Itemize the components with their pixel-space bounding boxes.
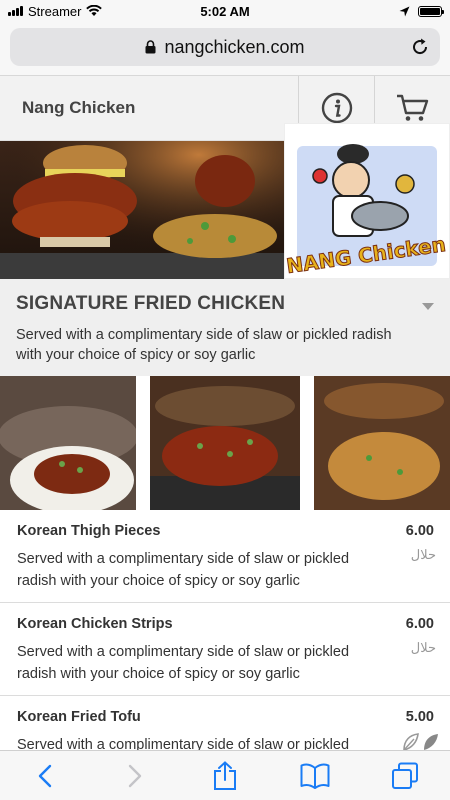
cart-icon (396, 94, 428, 121)
site-title[interactable]: Nang Chicken (0, 98, 298, 118)
section-description: Served with a complimentary side of slaw… (16, 327, 392, 363)
menu-section-header[interactable]: SIGNATURE FRIED CHICKEN Served with a co… (0, 279, 450, 376)
browser-address-area: nangchicken.com (0, 22, 450, 76)
item-name: Korean Fried Tofu (17, 709, 141, 725)
hero-photo (0, 141, 284, 279)
bookmarks-icon (300, 763, 330, 789)
share-icon (214, 760, 236, 790)
forward-button[interactable] (105, 754, 165, 798)
carrier-label: Streamer (28, 3, 82, 19)
info-icon (321, 92, 352, 124)
back-icon (38, 764, 52, 787)
gallery-image (0, 376, 136, 510)
chevron-down-icon[interactable] (422, 303, 434, 310)
tabs-icon (392, 762, 418, 789)
halal-badge: حلال (410, 640, 436, 655)
halal-badge: حلال (410, 547, 436, 562)
item-price: 5.00 (405, 709, 434, 725)
gallery-image (150, 376, 300, 510)
gallery-image (314, 376, 450, 510)
browser-toolbar (0, 750, 450, 800)
battery-fill (420, 7, 440, 15)
back-button[interactable] (15, 754, 75, 798)
brand-logo: NANG Chicken (284, 123, 450, 279)
location-icon (399, 6, 410, 16)
hero-banner: NANG Chicken (0, 123, 450, 279)
section-gallery (0, 376, 450, 510)
battery-icon (418, 5, 444, 17)
forward-icon (128, 764, 142, 787)
share-button[interactable] (195, 754, 255, 798)
menu-item[interactable]: Korean Thigh Pieces 6.00 حلال Served wit… (0, 510, 450, 603)
vegan-leaf-icon (403, 733, 438, 752)
menu-item[interactable]: Korean Chicken Strips 6.00 حلال Served w… (0, 603, 450, 696)
signal-icon (8, 6, 23, 16)
item-name: Korean Chicken Strips (17, 616, 173, 632)
address-bar[interactable]: nangchicken.com (10, 28, 440, 66)
status-time: 5:02 AM (200, 3, 250, 19)
section-title: SIGNATURE FRIED CHICKEN (16, 293, 286, 314)
item-name: Korean Thigh Pieces (17, 523, 161, 539)
bookmarks-button[interactable] (285, 754, 345, 798)
lock-icon (145, 40, 156, 54)
status-bar: Streamer 5:02 AM (0, 0, 450, 22)
reload-icon[interactable] (410, 37, 430, 57)
item-price: 6.00 (405, 616, 434, 632)
item-description: Served with a complimentary side of slaw… (17, 644, 350, 682)
item-description: Served with a complimentary side of slaw… (17, 551, 350, 589)
url-text: nangchicken.com (164, 36, 305, 57)
tabs-button[interactable] (375, 754, 435, 798)
menu-item-list: Korean Thigh Pieces 6.00 حلال Served wit… (0, 510, 450, 789)
item-price: 6.00 (405, 523, 434, 539)
wifi-icon (86, 5, 103, 16)
